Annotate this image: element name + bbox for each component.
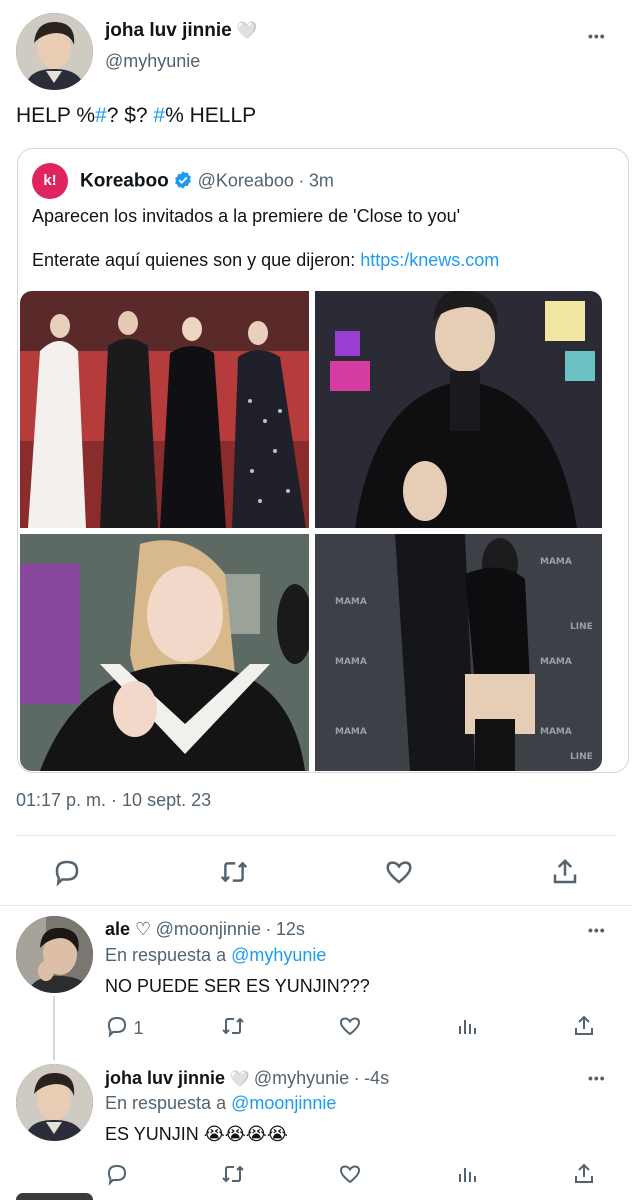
like-icon[interactable]	[338, 1162, 362, 1191]
divider	[0, 905, 632, 906]
main-tweet-text: HELP %#? $? #% HELLP	[16, 104, 257, 127]
quote-display-name[interactable]: Koreaboo	[80, 171, 169, 192]
quote-time[interactable]: 3m	[309, 171, 334, 191]
reply1-avatar[interactable]	[16, 916, 93, 993]
svg-text:MAMA: MAMA	[335, 597, 367, 607]
reply1-handle[interactable]: @moonjinnie	[156, 919, 261, 939]
like-icon[interactable]	[338, 1014, 362, 1043]
quote-link[interactable]: https:/knews.com	[360, 250, 499, 270]
analytics-icon[interactable]	[455, 1014, 479, 1043]
share-icon[interactable]	[572, 1014, 596, 1043]
reply1-time[interactable]: 12s	[276, 919, 305, 939]
reply2-time[interactable]: -4s	[364, 1068, 389, 1088]
svg-text:MAMA: MAMA	[335, 657, 367, 667]
svg-text:MAMA: MAMA	[335, 727, 367, 737]
share-icon[interactable]	[572, 1162, 596, 1191]
quoted-tweet-card[interactable]: k! Koreaboo @Koreaboo · 3m Aparecen los …	[17, 148, 629, 773]
reply2-display-name[interactable]: joha luv jinnie	[105, 1068, 225, 1088]
svg-text:MAMA: MAMA	[540, 727, 572, 737]
reply1-display-name[interactable]: ale ♡	[105, 919, 151, 939]
quote-handle[interactable]: @Koreaboo	[198, 171, 294, 191]
reply-icon	[105, 1014, 129, 1043]
white-heart-icon: 🤍	[236, 21, 258, 40]
share-icon[interactable]	[550, 857, 580, 892]
quote-text-line1: Aparecen los invitados a la premiere de …	[32, 206, 461, 226]
quote-text-line2: Enterate aquí quienes son y que dijeron:…	[32, 250, 500, 270]
quote-separator: ·	[298, 170, 305, 191]
quote-image-1[interactable]	[20, 291, 309, 528]
svg-text:MAMA: MAMA	[540, 557, 572, 567]
tweet-timestamp[interactable]: 01:17 p. m. · 10 sept. 23	[16, 790, 211, 811]
svg-text:MAMA: MAMA	[540, 657, 572, 667]
thread-connector-line	[53, 996, 55, 1060]
svg-text:LINE: LINE	[570, 622, 593, 632]
reply2-separator: ·	[353, 1068, 360, 1088]
quote-image-4[interactable]: MAMA MAMA MAMA MAMA MAMA MAMA LINE LINE	[315, 534, 602, 771]
quote-image-3[interactable]	[20, 534, 309, 771]
reply1-more-options-icon[interactable]: •••	[588, 922, 606, 938]
more-options-icon[interactable]: •••	[588, 28, 606, 44]
reply1-reply-to-handle[interactable]: @myhyunie	[231, 945, 326, 965]
reply-icon[interactable]	[52, 857, 82, 892]
reply2-handle[interactable]: @myhyunie	[254, 1068, 349, 1088]
reply2-reply-to-handle[interactable]: @moonjinnie	[231, 1093, 336, 1113]
koreaboo-avatar[interactable]: k!	[32, 163, 68, 199]
reply2-avatar[interactable]	[16, 1064, 93, 1141]
quote-image-2[interactable]	[315, 291, 602, 528]
analytics-icon[interactable]	[455, 1162, 479, 1191]
reply2-reply-to: En respuesta a @moonjinnie	[105, 1093, 337, 1113]
reply-icon[interactable]	[105, 1162, 129, 1191]
main-tweet-avatar[interactable]	[16, 13, 93, 90]
white-heart-icon: 🤍	[229, 1071, 250, 1088]
reply1-reply-count: 1	[133, 1018, 144, 1038]
main-handle[interactable]: @myhyunie	[105, 51, 200, 72]
reply1-separator: ·	[265, 919, 272, 939]
reply2-text: ES YUNJIN 😭😭😭😭	[105, 1124, 288, 1144]
retweet-icon[interactable]	[219, 1162, 247, 1191]
main-display-name[interactable]: joha luv jinnie	[105, 20, 232, 41]
reply1-reply-to: En respuesta a @myhyunie	[105, 945, 327, 965]
koreaboo-logo-text: k!	[43, 172, 57, 189]
reply1-reply-action[interactable]: 1	[105, 1014, 143, 1043]
retweet-icon[interactable]	[219, 1014, 247, 1043]
svg-text:LINE: LINE	[570, 752, 593, 762]
verified-badge-icon	[173, 170, 193, 195]
reply2-more-options-icon[interactable]: •••	[588, 1070, 606, 1086]
like-icon[interactable]	[384, 857, 414, 892]
next-tweet-avatar-partial	[16, 1193, 93, 1200]
retweet-icon[interactable]	[218, 857, 250, 892]
crying-emoji-icons: 😭😭😭😭	[203, 1124, 288, 1144]
reply1-text: NO PUEDE SER ES YUNJIN???	[105, 976, 370, 996]
divider	[16, 835, 616, 836]
